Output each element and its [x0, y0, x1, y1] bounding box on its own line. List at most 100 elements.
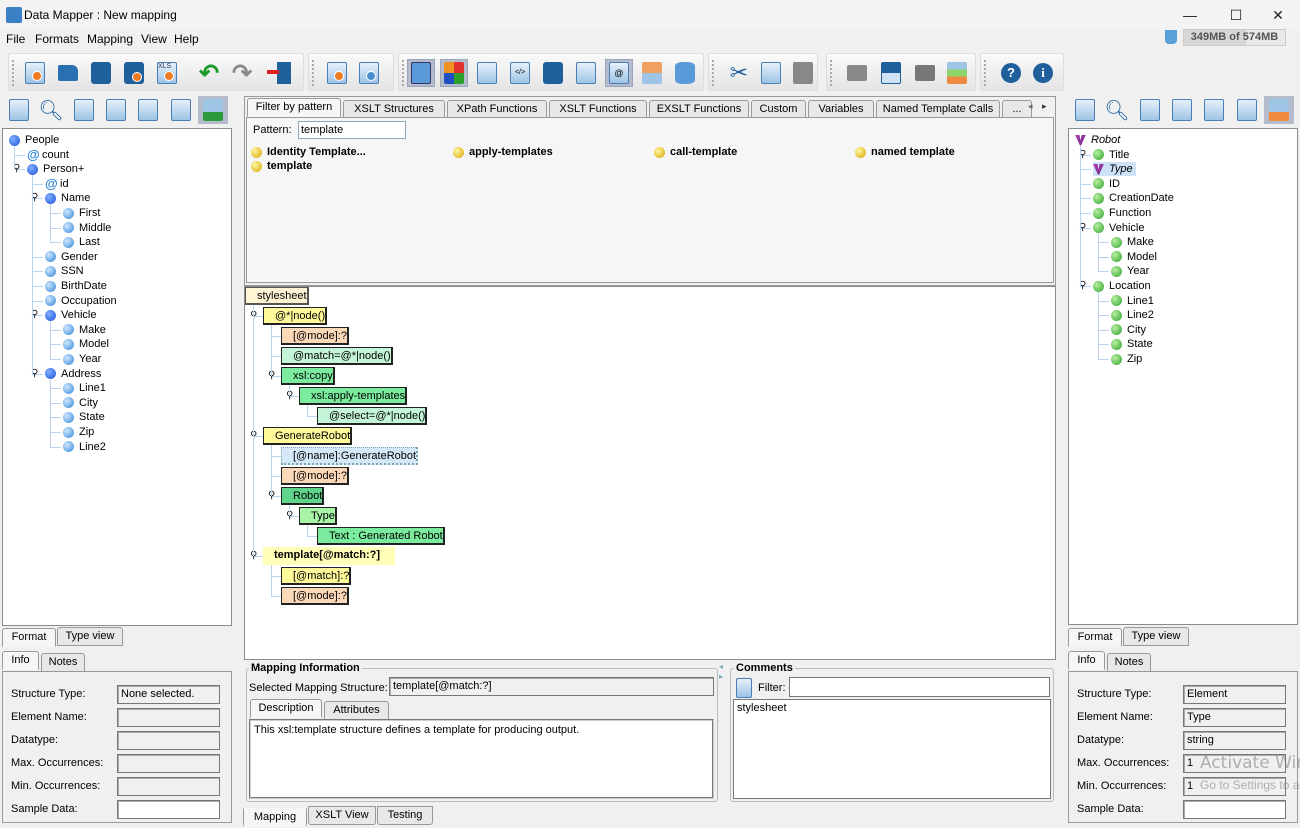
tree-node[interactable]: Year	[1111, 264, 1149, 278]
insert-button[interactable]	[877, 59, 905, 87]
mapping-node[interactable]: [@mode]:?	[281, 467, 349, 485]
tree-node[interactable]: Type	[1093, 162, 1136, 177]
mapping-node[interactable]: Robot	[281, 487, 325, 505]
palette-result-item[interactable]: Identity Template...	[251, 145, 366, 159]
tree-node[interactable]: Middle	[63, 221, 111, 235]
splitter-left-arrow[interactable]: ◂	[719, 662, 723, 671]
list-target-button[interactable]	[1167, 96, 1197, 124]
tree-node[interactable]: Year	[63, 352, 101, 366]
mapping-node[interactable]: [@mode]:?	[281, 327, 349, 345]
import-source-button[interactable]	[4, 96, 34, 124]
new-structure-button[interactable]	[323, 59, 351, 87]
tree-node[interactable]: Vehicle	[45, 308, 96, 322]
toolbar-grip[interactable]	[402, 60, 405, 86]
palette-result-item[interactable]: call-template	[654, 145, 737, 159]
about-button[interactable]: i	[1029, 59, 1057, 87]
mapping-node[interactable]: Text : Generated Robot	[317, 527, 445, 545]
save-as-button[interactable]	[120, 59, 148, 87]
tree-node[interactable]: People	[9, 133, 59, 147]
add-comment-icon[interactable]	[736, 678, 752, 698]
tree-node[interactable]: Person+	[27, 162, 84, 176]
garbage-collect-icon[interactable]	[1165, 30, 1177, 44]
tree-view-source-button[interactable]	[198, 96, 228, 124]
open-button[interactable]	[54, 59, 82, 87]
palette-result-item[interactable]: apply-templates	[453, 145, 553, 159]
tree-node[interactable]: Gender	[45, 250, 98, 264]
undo-button[interactable]: ↶	[195, 59, 223, 87]
mapping-node[interactable]: @select=@*|node()	[317, 407, 428, 425]
expand-toggle-icon[interactable]: ⚲	[268, 371, 277, 383]
help-button[interactable]: ?	[997, 59, 1025, 87]
at-button[interactable]: @	[605, 59, 633, 87]
show-info-button[interactable]	[407, 59, 435, 87]
tree-node[interactable]: BirthDate	[45, 279, 107, 293]
mapping-node[interactable]: @*|node()	[263, 307, 328, 325]
tree-node[interactable]: Robot	[1075, 133, 1120, 147]
move-button[interactable]	[843, 59, 871, 87]
tab-format-left[interactable]: Format	[2, 628, 56, 647]
menu-mapping[interactable]: Mapping	[87, 32, 133, 46]
show-colors-button[interactable]	[440, 59, 468, 87]
toolbar-grip[interactable]	[712, 60, 715, 86]
tree-node[interactable]: Last	[63, 235, 100, 249]
toolbar-grip[interactable]	[12, 60, 15, 86]
close-button[interactable]: ✕	[1256, 0, 1300, 30]
tree-node[interactable]: Line1	[1111, 294, 1154, 308]
expand-toggle-icon[interactable]: ⚲	[250, 431, 259, 443]
comments-filter-input[interactable]	[789, 677, 1050, 697]
tree-node[interactable]: City	[1111, 323, 1146, 337]
memory-indicator[interactable]: 349MB of 574MB	[1183, 29, 1286, 46]
minimize-button[interactable]: —	[1168, 0, 1212, 30]
mapping-node[interactable]: xsl:copy	[281, 367, 335, 385]
expand-toggle-icon[interactable]: ⚲	[268, 491, 277, 503]
tree-node[interactable]: Location	[1093, 279, 1151, 293]
expand-toggle-icon[interactable]: ⚲	[286, 391, 295, 403]
structure-settings-button[interactable]	[355, 59, 383, 87]
tree-node[interactable]: Name	[45, 191, 90, 205]
preview-source-button[interactable]	[133, 96, 163, 124]
tree-node[interactable]: Title	[1093, 148, 1129, 162]
tree-node[interactable]: Line2	[63, 440, 106, 454]
tree-node[interactable]: Vehicle	[1093, 221, 1144, 235]
tree-node[interactable]: Model	[63, 337, 109, 351]
copy-button[interactable]	[757, 59, 785, 87]
merge-button[interactable]	[911, 59, 939, 87]
tree-node[interactable]: Function	[1093, 206, 1151, 220]
layers-button[interactable]	[943, 59, 971, 87]
tree-node[interactable]: Line1	[63, 381, 106, 395]
tab-attributes[interactable]: Attributes	[324, 701, 389, 720]
tab-format-right[interactable]: Format	[1068, 628, 1122, 647]
menu-help[interactable]: Help	[174, 32, 199, 46]
tree-node[interactable]: Zip	[1111, 352, 1142, 366]
palette-tab[interactable]: Filter by pattern	[247, 98, 341, 117]
tree-node[interactable]: Make	[63, 323, 106, 337]
tab-description[interactable]: Description	[250, 699, 322, 718]
find-source-button[interactable]: 🔍︎	[36, 96, 66, 124]
xml-source-button[interactable]: </>	[506, 59, 534, 87]
mapping-node[interactable]: [@name]:GenerateRobot	[281, 447, 419, 465]
maximize-button[interactable]: ☐	[1214, 0, 1258, 30]
mapping-node[interactable]: GenerateRobot	[263, 427, 353, 445]
tree-node[interactable]: CreationDate	[1093, 191, 1174, 205]
preview-target-button[interactable]	[1199, 96, 1229, 124]
new-xls-button[interactable]: XLS	[153, 59, 181, 87]
tree-node[interactable]: Address	[45, 367, 101, 381]
palette-result-item[interactable]: template	[251, 159, 312, 173]
pattern-input[interactable]	[298, 121, 406, 139]
tree-node[interactable]: State	[63, 410, 105, 424]
checklist-button[interactable]	[473, 59, 501, 87]
find-target-button[interactable]: 🔍︎	[1102, 96, 1132, 124]
redo-button[interactable]: ↷	[228, 59, 256, 87]
notes-target-button[interactable]	[1135, 96, 1165, 124]
toolbar-grip[interactable]	[984, 60, 987, 86]
import-target-button[interactable]	[1070, 96, 1100, 124]
tree-node[interactable]: SSN	[45, 264, 84, 278]
tab-xslt-view[interactable]: XSLT View	[308, 806, 376, 825]
list-source-button[interactable]	[101, 96, 131, 124]
tree-node[interactable]: @ id	[45, 176, 69, 191]
palette-result-item[interactable]: named template	[855, 145, 955, 159]
tree-node[interactable]: Make	[1111, 235, 1154, 249]
tab-notes-right[interactable]: Notes	[1107, 653, 1151, 672]
save-button[interactable]	[87, 59, 115, 87]
tree-node[interactable]: Line2	[1111, 308, 1154, 322]
